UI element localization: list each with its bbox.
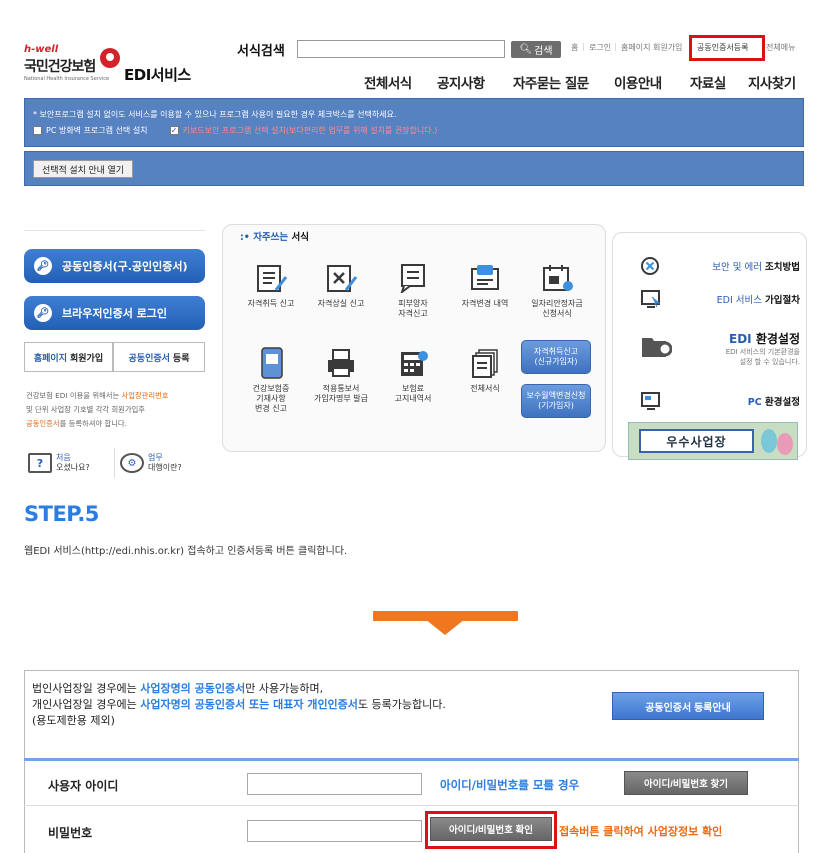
speech-document-icon: [395, 263, 431, 293]
form-change-history[interactable]: 자격변경 내역: [450, 263, 520, 309]
gnb-guide[interactable]: 이용안내: [614, 72, 662, 92]
highlight-frame: [689, 35, 765, 61]
form-card-change[interactable]: 건강보험증 기재사항 변경 신고: [236, 347, 306, 414]
join-procedure-link[interactable]: EDI 서비스 가입절차: [640, 289, 800, 309]
pc-settings-link[interactable]: PC 환경설정: [640, 391, 800, 411]
form-premium-notice[interactable]: 보험료 고지내역서: [378, 348, 448, 404]
pc-monitor-icon: [641, 392, 660, 410]
logo-name: 국민건강보험: [24, 59, 96, 75]
calculator-icon: [395, 348, 431, 378]
acquisition-new-button[interactable]: 자격취득신고 (신규가입자): [521, 340, 591, 374]
notice-text: * 보안프로그램 설치 없이도 서비스를 이용할 수 있으나 프로그램 사용이 …: [33, 110, 397, 119]
task-agency-link[interactable]: ⚙ 업무 대행이란?: [120, 446, 206, 480]
util-home-link[interactable]: 홈: [571, 42, 578, 53]
tab-join[interactable]: 홈페이지 회원가입: [24, 342, 113, 372]
nhis-logo[interactable]: h-well 국민건강보험 National Health Insurance …: [24, 42, 134, 90]
monitor-cursor-icon: [641, 290, 661, 308]
edi-settings-link[interactable]: EDI 환경설정 EDI 서비스의 기본환경을 설정 할 수 있습니다.: [640, 330, 800, 376]
form-separator: [24, 758, 799, 761]
keyboard-security-option-label: 키보드보안 프로그램 선택 설치(보다편리한 업무를 위해 설치를 권장합니다.…: [182, 126, 438, 135]
gnb-notice[interactable]: 공지사항: [437, 72, 485, 92]
find-credentials-button[interactable]: 아이디/비밀번호 찾기: [624, 771, 748, 795]
password-input[interactable]: [247, 820, 422, 842]
folder-gear-icon: [642, 338, 672, 357]
search-button[interactable]: 🔍︎ 검색: [511, 41, 561, 58]
form-dependent[interactable]: 피부양자 자격신고: [378, 263, 448, 319]
logo-sub: National Health Insurance Service: [24, 76, 110, 82]
row-divider: [24, 805, 799, 806]
logo-mark-icon: [100, 48, 120, 68]
error-x-icon: [641, 257, 659, 275]
step-title: STEP.5: [24, 502, 99, 526]
form-notice-roster[interactable]: 적용통보서 가입자명부 발급: [306, 348, 376, 404]
step-description: 웹EDI 서비스(http://edi.nhis.or.kr) 접속하고 인증서…: [24, 546, 348, 557]
left-divider: [24, 230, 205, 231]
mascot-icon: [761, 429, 777, 453]
gnb-archive[interactable]: 자료실: [690, 72, 726, 92]
firewall-option-label: PC 방화벽 프로그램 선택 설치: [46, 126, 148, 135]
confirm-hint: 접속버튼 클릭하여 사업장정보 확인: [559, 825, 723, 838]
first-visit-link[interactable]: ? 처음 오셨나요?: [28, 446, 114, 480]
browser-cert-login-button[interactable]: 🔑︎ 브라우저인증서 로그인: [24, 296, 205, 330]
service-title: EDI서비스: [124, 66, 191, 84]
divider: [114, 448, 115, 478]
join-description: 건강보험 EDI 이용을 위해서는 사업장관리번호 및 단위 사업장 기호별 각…: [26, 391, 169, 428]
form-acquisition[interactable]: 자격취득 신고: [236, 263, 306, 309]
printer-icon: [323, 348, 359, 378]
form-all[interactable]: 전체서식: [450, 348, 520, 394]
password-label: 비밀번호: [48, 826, 93, 840]
forgot-credentials-hint: 아이디/비밀번호를 모를 경우: [440, 778, 580, 792]
document-x-icon: [323, 263, 359, 293]
user-id-input[interactable]: [247, 773, 422, 795]
best-workplace-banner[interactable]: 우수사업장: [628, 422, 798, 460]
gnb-branch[interactable]: 지사찾기: [748, 72, 796, 92]
gnb-all-forms[interactable]: 전체서식: [364, 72, 412, 92]
firewall-checkbox[interactable]: [33, 126, 42, 135]
document-pen-icon: [253, 263, 289, 293]
install-guide-bar: 선택적 설치 안내 열기: [24, 151, 804, 186]
util-login-link[interactable]: 로그인: [589, 42, 611, 53]
user-id-label: 사용자 아이디: [48, 779, 119, 793]
util-join-link[interactable]: 홈페이지 회원가입: [621, 42, 682, 53]
chat-card-icon: [467, 263, 503, 293]
keyboard-security-checkbox[interactable]: ✓: [169, 126, 179, 135]
key-icon: 🔑︎: [34, 257, 52, 275]
monthly-pay-change-button[interactable]: 보수월액변경신청 (기가입자): [521, 384, 591, 418]
calendar-coin-icon: [539, 263, 575, 293]
mascot-icon: [777, 433, 793, 455]
clock-gear-icon: ⚙: [120, 453, 144, 473]
form-loss[interactable]: 자격상실 신고: [306, 263, 376, 309]
search-icon: 🔍︎: [519, 44, 533, 55]
logo-brand: h-well: [24, 44, 59, 55]
stacked-documents-icon: [467, 348, 503, 378]
security-error-link[interactable]: 보안 및 에러 조치방법: [640, 256, 800, 276]
health-card-icon: [253, 347, 289, 379]
util-separator: |: [614, 42, 617, 51]
frequent-forms-title: :• 자주쓰는 서식: [240, 232, 309, 243]
search-label: 서식검색: [237, 44, 285, 59]
form-search-input[interactable]: [297, 40, 505, 58]
monitor-question-icon: ?: [28, 453, 52, 473]
cert-login-button[interactable]: 🔑︎ 공동인증서(구.공인인증서): [24, 249, 205, 283]
cert-register-guide-button[interactable]: 공동인증서 등록안내: [612, 692, 764, 720]
util-separator: |: [582, 42, 585, 51]
key-icon: 🔑︎: [34, 304, 52, 322]
gnb-faq[interactable]: 자주묻는 질문: [513, 72, 589, 92]
form-job-stability[interactable]: 일자리안정자금 신청서식: [522, 263, 592, 319]
install-guide-button[interactable]: 선택적 설치 안내 열기: [33, 160, 134, 178]
util-all-menu-link[interactable]: 전체메뉴: [766, 42, 795, 53]
security-notice: * 보안프로그램 설치 없이도 서비스를 이용할 수 있으나 프로그램 사용이 …: [24, 98, 804, 147]
highlight-frame: [425, 811, 557, 849]
form-info-text: 법인사업장일 경우에는 사업장명의 공동인증서만 사용가능하며, 개인사업장일 …: [32, 682, 446, 727]
down-arrow-icon: [373, 611, 518, 635]
tab-cert-register[interactable]: 공동인증서 등록: [113, 342, 205, 372]
